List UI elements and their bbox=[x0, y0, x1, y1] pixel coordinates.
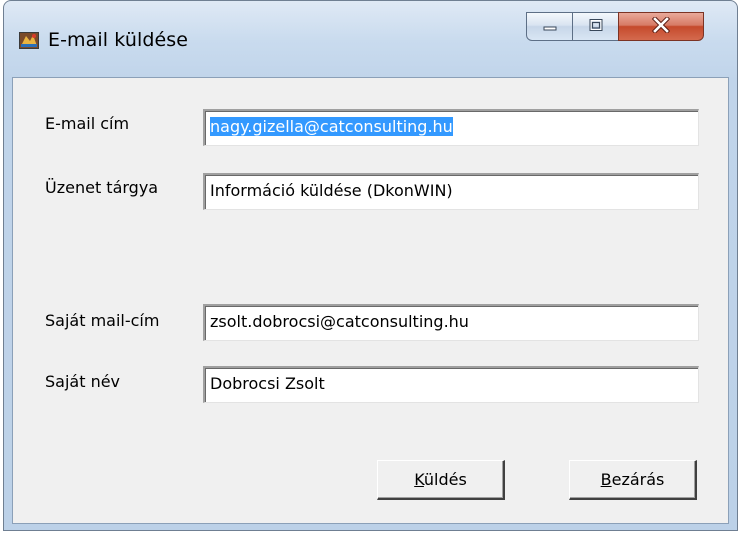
close-button[interactable] bbox=[618, 12, 704, 41]
own-name-label: Saját név bbox=[45, 372, 121, 391]
own-email-label: Saját mail-cím bbox=[45, 311, 160, 330]
window-frame: E-mail küldése E-mail cím nagy.gizella@c… bbox=[3, 0, 738, 531]
email-send-dialog: E-mail küldése E-mail cím nagy.gizella@c… bbox=[0, 0, 741, 533]
subject-value: Információ küldése (DkonWIN) bbox=[210, 181, 453, 200]
own-email-value: zsolt.dobrocsi@catconsulting.hu bbox=[210, 312, 469, 331]
own-name-field[interactable]: Dobrocsi Zsolt bbox=[203, 366, 699, 403]
send-button-label: Küldés bbox=[414, 470, 467, 489]
close-icon bbox=[651, 15, 671, 37]
subject-field[interactable]: Információ küldése (DkonWIN) bbox=[203, 173, 699, 210]
minimize-button[interactable] bbox=[526, 12, 573, 41]
close-dialog-button[interactable]: Bezárás bbox=[569, 460, 697, 500]
maximize-button[interactable] bbox=[572, 12, 619, 41]
email-value: nagy.gizella@catconsulting.hu bbox=[210, 117, 453, 136]
maximize-icon bbox=[588, 17, 604, 36]
own-email-field[interactable]: zsolt.dobrocsi@catconsulting.hu bbox=[203, 304, 699, 341]
minimize-icon bbox=[542, 17, 558, 36]
own-name-value: Dobrocsi Zsolt bbox=[210, 374, 325, 393]
send-button[interactable]: Küldés bbox=[377, 460, 505, 500]
email-field[interactable]: nagy.gizella@catconsulting.hu bbox=[203, 109, 699, 146]
subject-label: Üzenet tárgya bbox=[45, 178, 159, 197]
close-dialog-button-label: Bezárás bbox=[600, 470, 665, 489]
title-bar[interactable]: E-mail küldése bbox=[4, 1, 737, 79]
window-title: E-mail küldése bbox=[48, 29, 189, 51]
email-label: E-mail cím bbox=[45, 114, 130, 133]
dialog-client-area: E-mail cím nagy.gizella@catconsulting.hu… bbox=[12, 77, 729, 524]
app-icon bbox=[18, 29, 40, 51]
